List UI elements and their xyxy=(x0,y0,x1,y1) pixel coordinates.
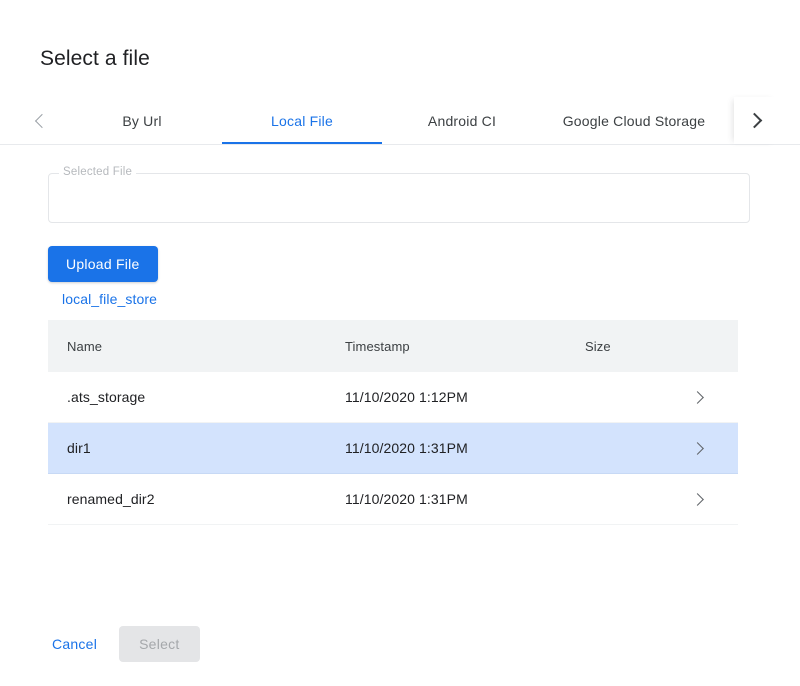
column-header-name: Name xyxy=(48,339,345,354)
cell-timestamp: 11/10/2020 1:31PM xyxy=(345,491,585,507)
select-file-dialog: Select a file By Url Local File Android … xyxy=(0,0,800,686)
column-header-size: Size xyxy=(585,339,675,354)
tab-local-file[interactable]: Local File xyxy=(222,97,382,144)
table-row[interactable]: dir1 11/10/2020 1:31PM xyxy=(48,423,738,474)
cell-name: .ats_storage xyxy=(48,389,345,405)
table-row[interactable]: .ats_storage 11/10/2020 1:12PM xyxy=(48,372,738,423)
tab-list: By Url Local File Android CI Google Clou… xyxy=(62,97,734,144)
tab-label: Android CI xyxy=(428,113,496,129)
table-header-row: Name Timestamp Size xyxy=(48,320,738,372)
selected-file-field: Selected File xyxy=(48,173,750,223)
chevron-right-icon xyxy=(691,493,704,506)
upload-file-button[interactable]: Upload File xyxy=(48,246,158,282)
selected-file-label: Selected File xyxy=(59,166,136,178)
chevron-right-icon xyxy=(747,113,763,129)
row-open-button[interactable] xyxy=(675,393,738,402)
tab-android-ci[interactable]: Android CI xyxy=(382,97,542,144)
dialog-footer: Cancel Select xyxy=(40,626,200,662)
tab-scroll-right-button[interactable] xyxy=(734,97,778,144)
cancel-button[interactable]: Cancel xyxy=(40,626,109,662)
column-header-timestamp: Timestamp xyxy=(345,339,585,354)
page-title: Select a file xyxy=(40,44,150,74)
tab-label: By Url xyxy=(122,113,161,129)
chevron-left-icon xyxy=(34,113,48,127)
tab-label: Local File xyxy=(271,113,333,129)
breadcrumb[interactable]: local_file_store xyxy=(62,291,157,307)
tab-scroll-left-button[interactable] xyxy=(18,97,62,144)
row-open-button[interactable] xyxy=(675,444,738,453)
cell-timestamp: 11/10/2020 1:12PM xyxy=(345,389,585,405)
cell-name: dir1 xyxy=(48,440,345,456)
chevron-right-icon xyxy=(691,442,704,455)
selected-file-input[interactable] xyxy=(49,174,749,222)
table-row[interactable]: renamed_dir2 11/10/2020 1:31PM xyxy=(48,474,738,525)
cell-name: renamed_dir2 xyxy=(48,491,345,507)
tab-google-cloud-storage[interactable]: Google Cloud Storage xyxy=(542,97,726,144)
tab-bar: By Url Local File Android CI Google Clou… xyxy=(0,97,800,145)
chevron-right-icon xyxy=(691,391,704,404)
tab-by-url[interactable]: By Url xyxy=(62,97,222,144)
row-open-button[interactable] xyxy=(675,495,738,504)
file-table: Name Timestamp Size .ats_storage 11/10/2… xyxy=(48,320,738,525)
cell-timestamp: 11/10/2020 1:31PM xyxy=(345,440,585,456)
tab-label: Google Cloud Storage xyxy=(563,113,706,129)
select-button[interactable]: Select xyxy=(119,626,199,662)
